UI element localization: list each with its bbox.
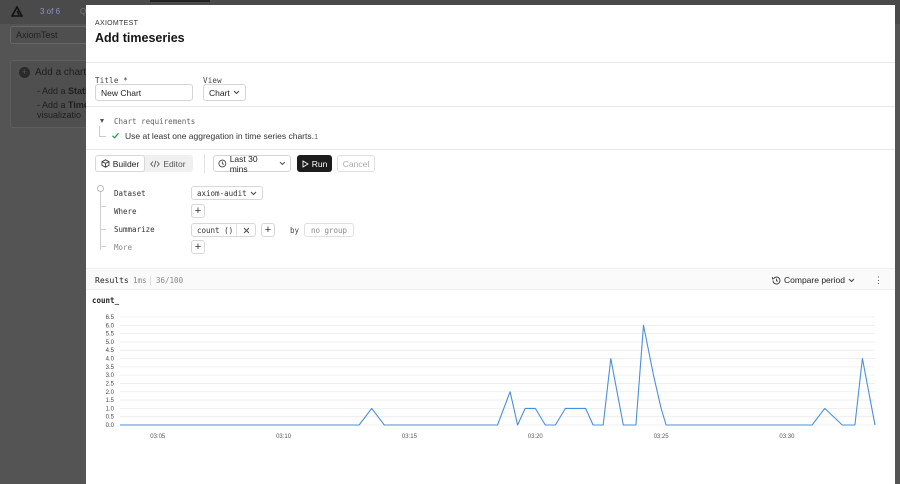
cube-icon [101,159,110,168]
rail-tick [100,229,106,230]
more-label: More [114,243,133,252]
y-tick-label: 3.0 [106,373,115,379]
query-builder: Dataset axiom-audit Where + Summarize co… [86,180,895,268]
time-range-value: Last 30 mins [229,153,258,174]
group-by-input[interactable]: no group [304,223,354,237]
add-chart-label: Add a chart [35,67,87,78]
chart-canvas[interactable]: 0.0 0.5 1.0 1.5 2.0 2.5 3.0 3.5 4.0 4.5 5.0 5.5 6.0 6… [86,290,895,484]
by-label: by [290,226,300,235]
plus-icon: + [194,204,202,217]
dataset-label: Dataset [114,189,146,198]
axiom-logo-icon[interactable] [11,6,23,18]
aggregation-chip[interactable]: count () [191,223,256,237]
x-tick-label: 03:25 [654,434,670,440]
editor-tab[interactable]: Editor [144,156,192,171]
y-tick-label: 6.0 [106,323,115,329]
clock-icon [218,159,227,168]
org-name: AXIOMTEST [95,20,139,27]
y-tick-label: 4.5 [106,348,115,354]
hint-line: - Add a Stati [37,86,88,96]
close-icon [243,227,249,233]
results-header: Results 1ms 36/100 Compare period ⋮ [86,268,895,290]
rows-count: 36/100 [156,276,184,285]
dashboard-pager[interactable]: 3 of 6 [40,7,60,16]
toolbar-divider [204,154,205,173]
y-tick-label: 0.0 [106,423,115,429]
where-label: Where [114,207,137,216]
query-elapsed: 1ms [133,276,147,285]
view-value: Chart [209,87,230,98]
remove-aggregation-button[interactable] [237,224,255,236]
y-tick-label: 1.0 [106,406,115,412]
add-chart-button[interactable]: + Add a chart [19,67,86,78]
results-divider [150,276,151,285]
active-tab-indicator [150,0,210,2]
modal-title: Add timeseries [95,31,185,45]
mode-switch: Builder Editor [95,155,193,172]
y-tick-label: 2.5 [106,381,115,387]
modal-header: AXIOMTEST Add timeseries [86,5,895,63]
y-tick-label: 5.0 [106,340,115,346]
chart-settings-row: Title * New Chart View Chart [86,63,895,107]
y-tick-label: 1.5 [106,398,115,404]
tree-connector [99,126,106,137]
cancel-button[interactable]: Cancel [337,155,375,172]
chart-requirements: Chart requirements Use at least one aggr… [86,107,895,150]
y-tick-label: 6.5 [106,315,115,321]
x-tick-label: 03:20 [528,434,544,440]
builder-root-dot [97,185,104,192]
view-select[interactable]: Chart [203,84,246,101]
chevron-down-icon [848,278,855,282]
builder-tab[interactable]: Builder [96,156,144,171]
add-more-button[interactable]: + [191,240,205,254]
add-aggregation-button[interactable]: + [261,223,275,237]
timeseries-chart: count_ 0.0 0.5 1.0 1.5 2.0 2.5 3.0 3.5 4.0 4.5 5.0… [86,290,895,484]
dataset-select[interactable]: axiom-audit [191,186,263,200]
play-icon [302,159,309,168]
query-toolbar: Builder Editor Last 30 mins Run Cancel [86,150,895,180]
aggregation-value: count () [192,224,237,236]
x-tick-label: 03:30 [779,434,795,440]
check-icon [112,132,119,139]
x-tick-label: 03:10 [276,434,292,440]
chevron-down-icon [250,191,257,195]
more-options-icon[interactable]: ⋮ [874,275,883,286]
plus-icon: + [194,240,202,253]
plus-icon: + [19,67,30,78]
summarize-label: Summarize [114,225,155,234]
history-icon [771,276,781,284]
requirements-label[interactable]: Chart requirements [114,117,195,126]
requirement-count: 1 [314,132,319,141]
title-input[interactable]: New Chart [95,84,193,101]
x-tick-label: 03:15 [402,434,418,440]
add-timeseries-modal: AXIOMTEST Add timeseries Title * New Cha… [86,5,895,484]
add-where-button[interactable]: + [191,204,205,218]
collapse-caret-icon[interactable] [100,119,104,123]
time-range-select[interactable]: Last 30 mins [213,153,291,174]
hint-line: - Add a Time [37,100,89,110]
chevron-down-icon [233,90,240,95]
y-tick-label: 3.5 [106,365,115,371]
hint-line: visualizatio [37,110,82,120]
compare-period-button[interactable]: Compare period [771,275,855,285]
y-tick-label: 0.5 [106,415,115,421]
dashboard-name-input[interactable]: AxiomTest [10,26,90,44]
plus-icon: + [264,223,272,236]
y-tick-label: 5.5 [106,332,115,338]
results-label: Results [95,276,129,285]
builder-rail [100,186,101,250]
y-tick-label: 4.0 [106,357,115,363]
requirement-item: Use at least one aggregation in time ser… [125,131,314,141]
code-icon [150,160,161,167]
rail-tick [100,206,106,207]
x-tick-label: 03:05 [150,434,166,440]
chevron-down-icon [279,161,286,166]
rail-tick [100,246,106,247]
y-tick-label: 2.0 [106,390,115,396]
run-button[interactable]: Run [297,155,332,172]
